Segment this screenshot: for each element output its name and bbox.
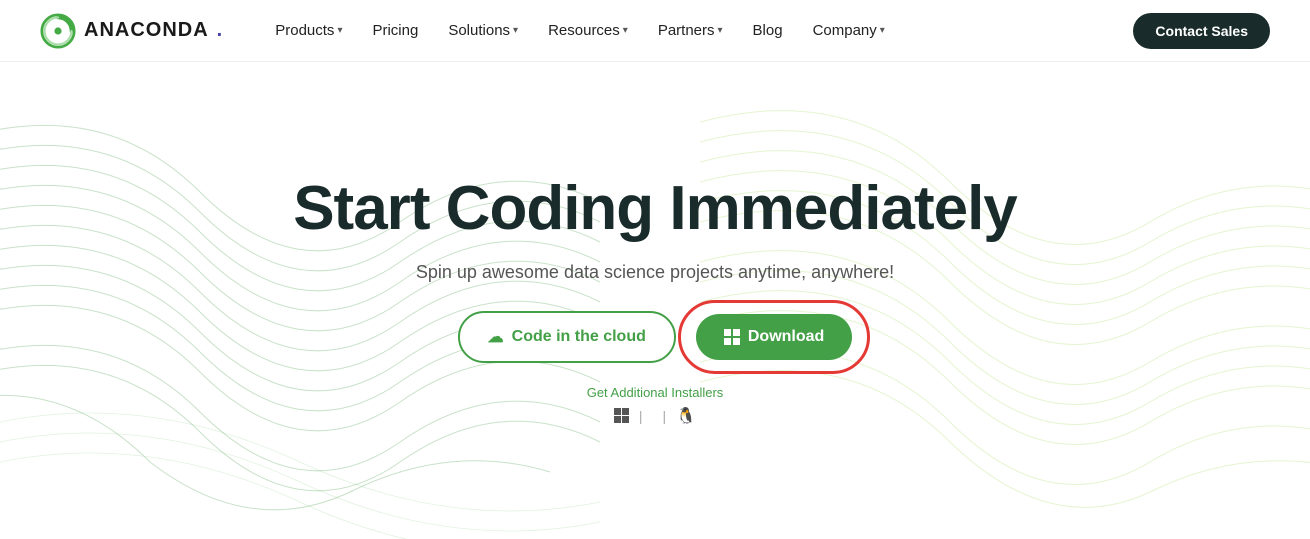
anaconda-logo-icon — [40, 13, 76, 49]
logo-dot: . — [217, 19, 224, 42]
download-button-wrapper: Download — [696, 314, 852, 360]
hero-buttons: ☁ Code in the cloud Download — [458, 311, 853, 363]
installers-area: Get Additional Installers | | 🐧 — [587, 385, 724, 426]
hero-section: Start Coding Immediately Spin up awesome… — [0, 62, 1310, 539]
nav-item-partners[interactable]: Partners ▾ — [646, 14, 735, 47]
chevron-down-icon: ▾ — [880, 25, 885, 36]
hero-subtitle: Spin up awesome data science projects an… — [416, 262, 894, 283]
chevron-down-icon: ▾ — [513, 25, 518, 36]
navbar: ANACONDA. Products ▾ Pricing Solutions ▾… — [0, 0, 1310, 62]
nav-item-blog[interactable]: Blog — [741, 14, 795, 47]
installers-label[interactable]: Get Additional Installers — [587, 385, 724, 400]
nav-item-resources[interactable]: Resources ▾ — [536, 14, 640, 47]
nav-item-company[interactable]: Company ▾ — [801, 14, 897, 47]
separator-1: | — [639, 408, 643, 424]
windows-installer-icon[interactable] — [614, 408, 629, 423]
hero-content: Start Coding Immediately Spin up awesome… — [293, 175, 1017, 425]
nav-links: Products ▾ Pricing Solutions ▾ Resources… — [263, 14, 1133, 47]
hero-title: Start Coding Immediately — [293, 175, 1017, 243]
linux-installer-icon[interactable]: 🐧 — [676, 406, 696, 426]
nav-item-solutions[interactable]: Solutions ▾ — [436, 14, 530, 47]
chevron-down-icon: ▾ — [337, 25, 342, 36]
chevron-down-icon: ▾ — [718, 25, 723, 36]
nav-item-products[interactable]: Products ▾ — [263, 14, 354, 47]
cloud-icon: ☁ — [488, 327, 504, 347]
logo-text: ANACONDA — [84, 19, 209, 42]
download-button[interactable]: Download — [696, 314, 852, 360]
logo[interactable]: ANACONDA. — [40, 13, 223, 49]
separator-2: | — [663, 408, 667, 424]
code-in-cloud-button[interactable]: ☁ Code in the cloud — [458, 311, 676, 363]
windows-icon — [724, 329, 740, 345]
nav-item-pricing[interactable]: Pricing — [360, 14, 430, 47]
contact-sales-button[interactable]: Contact Sales — [1133, 13, 1270, 49]
installer-icons: | | 🐧 — [614, 406, 696, 426]
chevron-down-icon: ▾ — [623, 25, 628, 36]
